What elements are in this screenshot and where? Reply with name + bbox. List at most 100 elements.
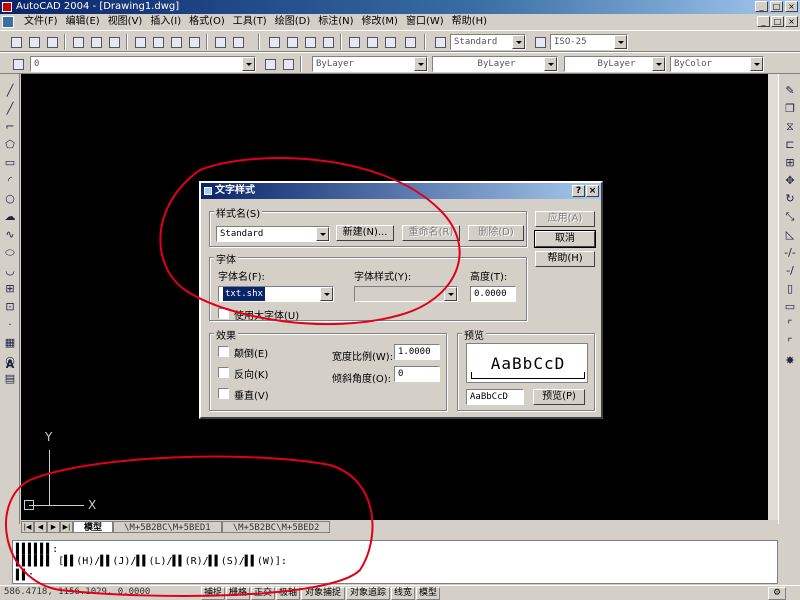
width-factor-input[interactable]: 1.0000 [394, 344, 440, 360]
use-bigfont-checkbox[interactable] [218, 308, 229, 319]
preview-text-input[interactable]: AaBbCcD [466, 389, 524, 405]
hatch-icon[interactable]: ▦ [3, 336, 17, 350]
tab-layout2[interactable]: \M+5B2BC\M+5BED2 [221, 521, 331, 533]
mirror-icon[interactable]: ⧖ [783, 120, 797, 134]
insert-block-icon[interactable]: ⊞ [3, 282, 17, 296]
tab-last-button[interactable]: ▶| [60, 521, 73, 533]
text-style-icon[interactable] [432, 34, 448, 50]
point-icon[interactable]: · [3, 318, 17, 332]
document-icon[interactable] [2, 16, 14, 28]
extend-icon[interactable]: -/ [783, 264, 797, 278]
command-prompt[interactable]: ▌▌: [16, 570, 34, 581]
menu-insert[interactable]: 插入(I) [146, 14, 185, 30]
vertical-checkbox[interactable] [218, 388, 229, 399]
plotstyle-combo[interactable]: ByColor [670, 56, 764, 72]
backwards-checkbox[interactable] [218, 367, 229, 378]
dialog-close-button[interactable]: × [586, 185, 599, 197]
fillet-icon[interactable]: ⌜ [783, 336, 797, 350]
menu-view[interactable]: 视图(V) [104, 14, 147, 30]
redo-icon[interactable] [230, 34, 246, 50]
autocad-app-icon[interactable] [2, 2, 12, 12]
paste-icon[interactable] [168, 34, 184, 50]
lineweight-toggle[interactable]: 线宽 [391, 587, 415, 600]
rotate-icon[interactable]: ↻ [783, 192, 797, 206]
zoom-previous-icon[interactable] [320, 34, 336, 50]
polygon-icon[interactable]: ⬠ [3, 138, 17, 152]
print-icon[interactable] [70, 34, 86, 50]
tray-settings-icon[interactable]: ⚙ [768, 587, 786, 600]
help-icon[interactable] [402, 34, 418, 50]
scale-icon[interactable]: ⤡ [783, 210, 797, 224]
explode-icon[interactable]: ✸ [783, 354, 797, 368]
tab-first-button[interactable]: |◀ [21, 521, 34, 533]
save-icon[interactable] [44, 34, 60, 50]
doc-close-button[interactable]: × [785, 16, 798, 27]
undo-icon[interactable] [212, 34, 228, 50]
tab-prev-button[interactable]: ◀ [34, 521, 47, 533]
text-style-combo[interactable]: Standard [450, 34, 526, 50]
chamfer-icon[interactable]: ⌜ [783, 318, 797, 332]
cancel-button[interactable]: 取消 [534, 230, 596, 248]
print-preview-icon[interactable] [88, 34, 104, 50]
menu-window[interactable]: 窗口(W) [402, 14, 448, 30]
layer-previous-icon[interactable] [280, 56, 296, 72]
new-style-button[interactable]: 新建(N)... [336, 225, 394, 241]
model-toggle[interactable]: 模型 [416, 587, 440, 600]
trim-icon[interactable]: -/- [783, 246, 797, 260]
apply-button[interactable]: 应用(A) [535, 211, 595, 227]
layer-combo[interactable]: 0 [30, 56, 256, 72]
multiline-text-icon[interactable]: A [3, 358, 17, 372]
ortho-toggle[interactable]: 正交 [251, 587, 275, 600]
lineweight-combo[interactable]: ByLayer [564, 56, 666, 72]
dim-style-combo[interactable]: ISO-25 [550, 34, 628, 50]
doc-restore-button[interactable]: □ [771, 16, 784, 27]
oblique-angle-input[interactable]: 0 [394, 366, 440, 382]
zoom-realtime-icon[interactable] [284, 34, 300, 50]
arc-icon[interactable]: ◜ [3, 174, 17, 188]
upside-down-checkbox[interactable] [218, 346, 229, 357]
menu-help[interactable]: 帮助(H) [448, 14, 491, 30]
preview-button[interactable]: 预览(P) [533, 389, 585, 405]
style-name-combo[interactable]: Standard [216, 226, 330, 242]
tab-next-button[interactable]: ▶ [47, 521, 60, 533]
break-icon[interactable]: ▯ [783, 282, 797, 296]
linetype-combo[interactable]: ByLayer [432, 56, 558, 72]
menu-edit[interactable]: 编辑(E) [62, 14, 104, 30]
menu-draw[interactable]: 绘图(D) [271, 14, 315, 30]
ellipse-arc-icon[interactable]: ◡ [3, 264, 17, 278]
ellipse-icon[interactable]: ⬭ [3, 246, 17, 260]
maximize-button[interactable]: □ [770, 1, 783, 12]
menu-modify[interactable]: 修改(M) [358, 14, 402, 30]
publish-icon[interactable] [106, 34, 122, 50]
offset-icon[interactable]: ⊏ [783, 138, 797, 152]
pan-icon[interactable] [266, 34, 282, 50]
cut-icon[interactable] [132, 34, 148, 50]
font-style-combo[interactable] [354, 286, 458, 302]
osnap-toggle[interactable]: 对象捕捉 [301, 587, 345, 600]
tab-model[interactable]: 模型 [73, 521, 114, 533]
circle-icon[interactable]: ○ [3, 192, 17, 206]
otrack-toggle[interactable]: 对象追踪 [346, 587, 390, 600]
menu-file[interactable]: 文件(F) [20, 14, 62, 30]
move-icon[interactable]: ✥ [783, 174, 797, 188]
erase-icon[interactable]: ✎ [783, 84, 797, 98]
stretch-icon[interactable]: ◺ [783, 228, 797, 242]
menu-tools[interactable]: 工具(T) [229, 14, 271, 30]
font-name-combo[interactable]: txt.shx [218, 286, 334, 302]
delete-style-button[interactable]: 删除(D) [468, 225, 524, 241]
snap-toggle[interactable]: 捕捉 [201, 587, 225, 600]
line-icon[interactable]: ╱ [3, 84, 17, 98]
tab-layout1[interactable]: \M+5B2BC\M+5BED1 [113, 521, 222, 533]
dim-style-icon[interactable] [532, 34, 548, 50]
array-icon[interactable]: ⊞ [783, 156, 797, 170]
polar-toggle[interactable]: 极轴 [276, 587, 300, 600]
open-icon[interactable] [26, 34, 42, 50]
table-icon[interactable]: ▤ [3, 372, 17, 386]
tool-palettes-icon[interactable] [382, 34, 398, 50]
dialog-help-button[interactable]: ? [572, 185, 585, 197]
rectangle-icon[interactable]: ▭ [3, 156, 17, 170]
properties-icon[interactable] [346, 34, 362, 50]
construction-line-icon[interactable]: ╱ [3, 102, 17, 116]
vertical-scrollbar[interactable] [768, 74, 778, 520]
color-combo[interactable]: ByLayer [312, 56, 428, 72]
